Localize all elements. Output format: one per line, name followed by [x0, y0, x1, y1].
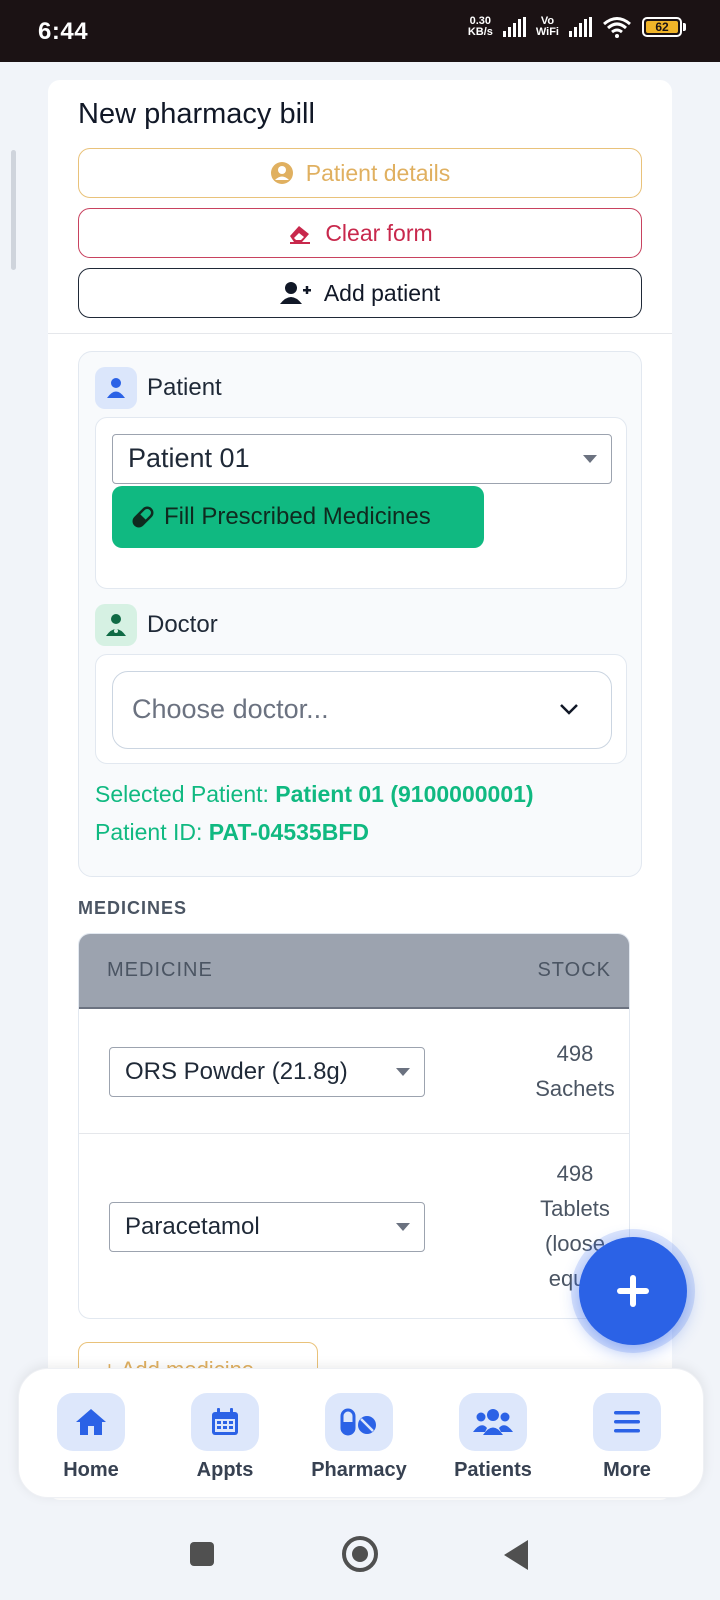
medicines-table: MEDICINE STOCK ORS Powder (21.8g) 498 Sa… [78, 933, 630, 1319]
nav-patients[interactable]: Patients [433, 1393, 553, 1482]
add-fab-button[interactable] [579, 1237, 687, 1345]
medicine-select[interactable]: ORS Powder (21.8g) [109, 1047, 425, 1097]
status-time: 6:44 [38, 18, 89, 45]
calendar-icon [191, 1393, 259, 1451]
medicines-heading: MEDICINES [78, 898, 188, 918]
patient-label-row: Patient [95, 367, 222, 409]
status-bar: 6:44 0.30 KB/s Vo WiFi 62 [0, 0, 720, 62]
stock-value: 498 Sachets [535, 1041, 615, 1101]
pills-icon [325, 1393, 393, 1451]
wifi-icon [603, 17, 631, 38]
cell-signal-icon [502, 17, 526, 37]
patient-select[interactable]: Patient 01 [112, 434, 612, 484]
page-title: New pharmacy bill [78, 98, 315, 130]
recents-icon[interactable] [190, 1542, 214, 1566]
caret-down-icon [583, 455, 597, 463]
table-row: ORS Powder (21.8g) 498 Sachets [79, 1010, 629, 1134]
battery-icon: 62 [642, 17, 686, 37]
menu-icon [593, 1393, 661, 1451]
header-divider [48, 333, 672, 334]
cell-signal-2-icon [569, 17, 592, 37]
nav-more[interactable]: More [567, 1393, 687, 1482]
doctor-label-row: Doctor [95, 604, 218, 646]
patient-details-button[interactable]: Patient details [78, 148, 642, 198]
back-icon[interactable] [504, 1540, 528, 1570]
system-nav-bar [0, 1512, 720, 1600]
patient-doctor-section: Patient Patient 01 Fill Prescribed Medic… [78, 351, 642, 877]
col-stock: STOCK [537, 959, 611, 981]
user-icon [95, 367, 137, 409]
table-row: Paracetamol 498 Tablets (loose equiv [79, 1134, 629, 1318]
fill-prescribed-medicines-button[interactable]: Fill Prescribed Medicines [112, 486, 484, 548]
patient-id-info: Patient ID: PAT-04535BFD [95, 819, 369, 845]
user-plus-icon [279, 282, 311, 304]
status-icons: 0.30 KB/s Vo WiFi 62 [468, 16, 686, 38]
home-circle-icon[interactable] [342, 1536, 378, 1572]
doctor-icon [95, 604, 137, 646]
caret-down-icon [396, 1223, 410, 1231]
selected-patient-info: Selected Patient: Patient 01 (9100000001… [95, 781, 534, 807]
pill-icon [132, 506, 154, 528]
bottom-nav: Home Appts Pharmacy Patients More [18, 1368, 704, 1498]
home-icon [57, 1393, 125, 1451]
plus-icon [617, 1275, 649, 1307]
medicine-select[interactable]: Paracetamol [109, 1202, 425, 1252]
nav-appts[interactable]: Appts [165, 1393, 285, 1482]
col-medicine: MEDICINE [107, 959, 213, 981]
eraser-icon [290, 226, 311, 244]
add-patient-button[interactable]: Add patient [78, 268, 642, 318]
vowifi-label: Vo WiFi [535, 15, 559, 38]
patient-box: Patient 01 Fill Prescribed Medicines [95, 417, 627, 589]
doctor-box: Choose doctor... [95, 654, 627, 764]
users-icon [459, 1393, 527, 1451]
chevron-down-icon [560, 704, 578, 715]
nav-pharmacy[interactable]: Pharmacy [299, 1393, 419, 1482]
doctor-select[interactable]: Choose doctor... [112, 671, 612, 749]
user-circle-icon [270, 162, 293, 184]
clear-form-button[interactable]: Clear form [78, 208, 642, 258]
nav-home[interactable]: Home [31, 1393, 151, 1482]
table-header: MEDICINE STOCK [79, 934, 629, 1009]
net-speed: 0.30 KB/s [467, 15, 493, 38]
caret-down-icon [396, 1068, 410, 1076]
scrollbar[interactable] [11, 150, 16, 270]
